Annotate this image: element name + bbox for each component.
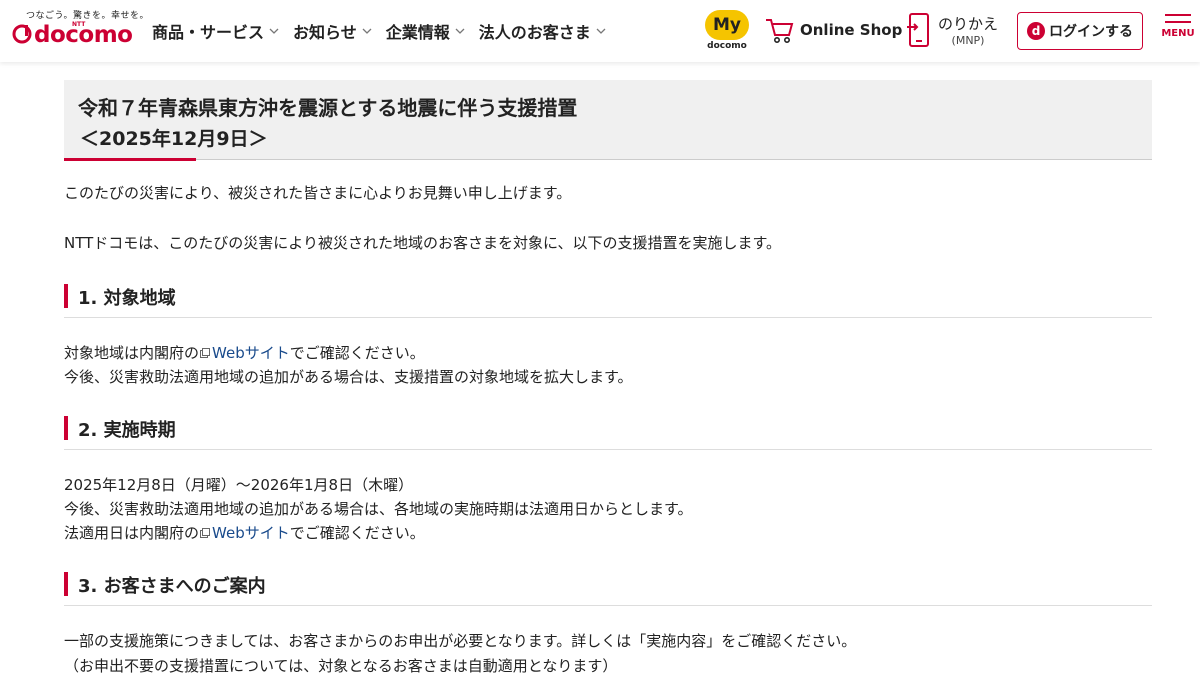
- chevron-down-icon: [362, 28, 372, 34]
- chevron-down-icon: [455, 28, 465, 34]
- nav-label: 法人のお客さま: [478, 23, 591, 42]
- intro-paragraph-1: このたびの災害により、被災された皆さまに心よりお見舞い申し上げます。: [64, 184, 572, 202]
- nav-business-customers[interactable]: 法人のお客さま: [479, 19, 607, 43]
- external-link-icon: [200, 348, 211, 358]
- title-accent-bar: [64, 158, 196, 161]
- menu-label: MENU: [1161, 28, 1195, 39]
- online-shop-label: Online Shop: [800, 21, 903, 39]
- logo-tagline: つなごう。驚きを。幸せを。: [26, 11, 149, 21]
- site-header: つなごう。驚きを。幸せを。 NTT docomo 商品・サービス お知らせ 企業…: [0, 0, 1200, 62]
- nav-corporate-info[interactable]: 企業情報: [386, 19, 466, 43]
- chevron-down-icon: [596, 28, 606, 34]
- mnp-button[interactable]: のりかえ (MNP): [906, 12, 998, 48]
- docomo-mark-icon: [12, 24, 32, 44]
- text-span: でご確認ください。: [289, 344, 425, 362]
- external-link-icon: [200, 528, 211, 538]
- section2-line2: 今後、災害救助法適用地域の追加がある場合は、各地域の実施時期は法適用日からとしま…: [64, 500, 693, 518]
- login-label: ログインする: [1049, 24, 1133, 40]
- text-span: 法適用日は内閣府の: [64, 524, 200, 542]
- logo-brand-text: docomo: [34, 22, 133, 48]
- cabinet-office-website-link[interactable]: Webサイト: [212, 344, 290, 362]
- my-label: My: [705, 10, 749, 40]
- chevron-down-icon: [269, 28, 279, 34]
- section-accent-bar: [64, 284, 68, 308]
- my-docomo-button[interactable]: My docomo: [702, 10, 752, 54]
- section-title: 2. 実施時期: [78, 420, 176, 441]
- section-title: 3. お客さまへのご案内: [78, 576, 266, 597]
- text-span: でご確認ください。: [289, 524, 425, 542]
- section1-line1: 対象地域は内閣府の Webサイトでご確認ください。: [64, 342, 425, 364]
- login-button[interactable]: d ログインする: [1017, 12, 1143, 50]
- online-shop-button[interactable]: Online Shop: [764, 16, 902, 44]
- nav-label: 企業情報: [385, 23, 450, 42]
- section3-line2: （お申出不要の支援措置については、対象となるお客さまは自動適用となります）: [64, 657, 618, 675]
- text-span: 対象地域は内閣府の: [64, 344, 200, 362]
- page-date: ＜2025年12月9日＞: [80, 128, 268, 150]
- d-account-icon: d: [1027, 22, 1045, 40]
- main-nav: 商品・サービス お知らせ 企業情報 法人のお客さま: [152, 19, 607, 43]
- nav-label: お知らせ: [293, 23, 357, 42]
- nav-products-services[interactable]: 商品・サービス: [152, 19, 280, 43]
- mnp-text: のりかえ (MNP): [938, 13, 998, 47]
- nav-news[interactable]: お知らせ: [293, 19, 373, 43]
- section2-line3: 法適用日は内閣府の Webサイトでご確認ください。: [64, 522, 425, 544]
- phone-transfer-icon: [907, 13, 929, 47]
- mnp-label: のりかえ: [938, 15, 999, 33]
- cart-icon: [766, 19, 794, 43]
- hamburger-icon-bar: [1165, 21, 1191, 23]
- logo-brand: docomo: [12, 22, 133, 48]
- section-heading-period: 2. 実施時期: [64, 414, 1152, 450]
- section-accent-bar: [64, 416, 68, 440]
- my-sub-label: docomo: [707, 41, 747, 51]
- section-accent-bar: [64, 572, 68, 596]
- section-heading-target-area: 1. 対象地域: [64, 282, 1152, 318]
- cabinet-office-website-link[interactable]: Webサイト: [212, 524, 290, 542]
- section-title: 1. 対象地域: [78, 288, 176, 309]
- menu-button[interactable]: MENU: [1158, 14, 1198, 39]
- docomo-logo[interactable]: つなごう。驚きを。幸せを。 NTT docomo: [12, 8, 148, 54]
- hamburger-icon: [1165, 14, 1191, 16]
- section2-line1: 2025年12月8日（月曜）～2026年1月8日（木曜）: [64, 476, 414, 494]
- intro-paragraph-2: NTTドコモは、このたびの災害により被災された地域のお客さまを対象に、以下の支援…: [64, 234, 782, 252]
- section-heading-customer-guide: 3. お客さまへのご案内: [64, 570, 1152, 606]
- nav-label: 商品・サービス: [152, 23, 265, 42]
- mnp-sub-label: (MNP): [951, 34, 985, 47]
- section3-line1: 一部の支援施策につきましては、お客さまからのお申出が必要となります。詳しくは「実…: [64, 632, 857, 650]
- page-title: 令和７年青森県東方沖を震源とする地震に伴う支援措置: [78, 96, 578, 120]
- section1-line2: 今後、災害救助法適用地域の追加がある場合は、支援措置の対象地域を拡大します。: [64, 368, 633, 386]
